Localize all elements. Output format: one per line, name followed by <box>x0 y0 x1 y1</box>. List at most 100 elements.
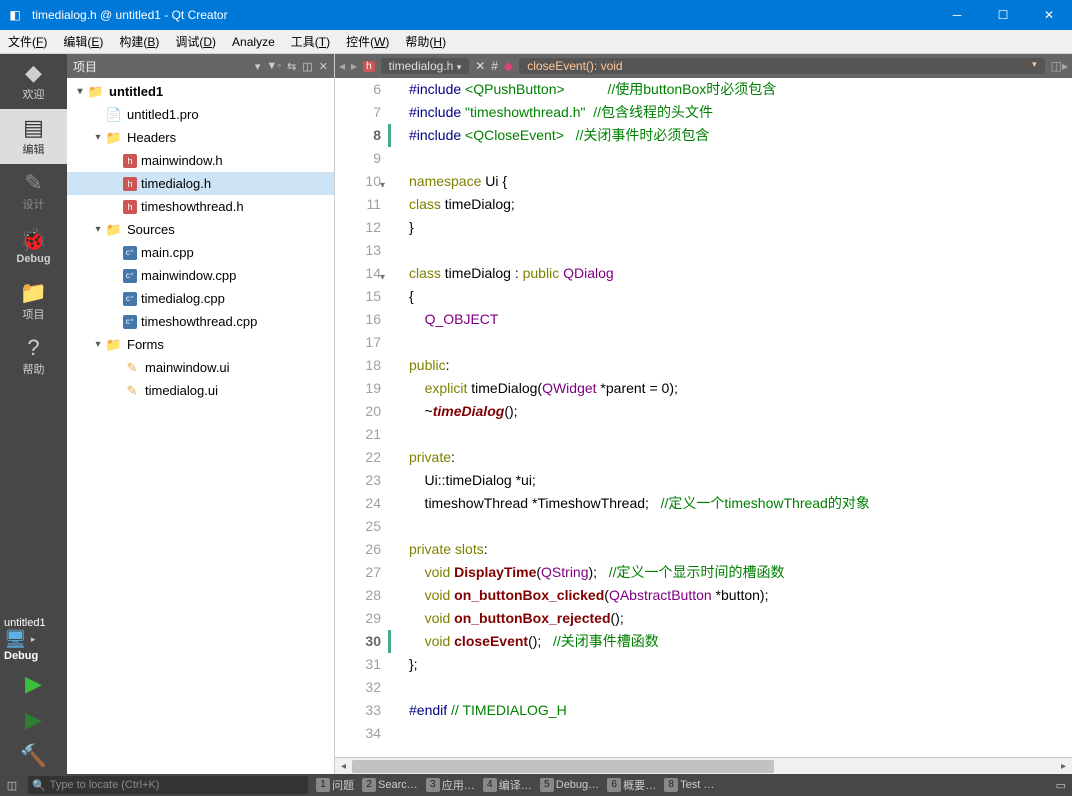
mode-Debug[interactable]: 🐞Debug <box>0 219 67 274</box>
output-pane-6[interactable]: 6概要… <box>603 777 660 793</box>
locator-input[interactable]: 🔍 Type to locate (Ctrl+K) <box>28 776 308 794</box>
tree-node[interactable]: ▾📁untitled1 <box>67 80 334 103</box>
menu-item[interactable]: 构建(B) <box>111 30 167 54</box>
line-number[interactable]: 17 <box>335 331 381 354</box>
build-button[interactable]: 🔨 <box>0 738 67 774</box>
tree-twisty-icon[interactable]: ▾ <box>91 339 105 350</box>
line-number[interactable]: 13 <box>335 239 381 262</box>
nav-back-icon[interactable]: ◂ <box>339 59 345 73</box>
minimize-button[interactable]: ─ <box>934 0 980 30</box>
output-pane-5[interactable]: 5Debug… <box>536 777 603 793</box>
split-editor-icon[interactable]: ◫▸ <box>1051 59 1068 73</box>
code-line[interactable]: Q_OBJECT <box>409 308 1072 331</box>
tree-node[interactable]: 📄untitled1.pro <box>67 103 334 126</box>
code-line[interactable]: timeshowThread *TimeshowThread; //定义一个ti… <box>409 492 1072 515</box>
file-combo[interactable]: timedialog.h ▾ <box>381 58 470 74</box>
code-line[interactable]: class timeDialog : public QDialog <box>409 262 1072 285</box>
tree-node[interactable]: hmainwindow.h <box>67 149 334 172</box>
line-number[interactable]: 18 <box>335 354 381 377</box>
tree-node[interactable]: ▾📁Forms <box>67 333 334 356</box>
tree-node[interactable]: c⁺timeshowthread.cpp <box>67 310 334 333</box>
h-scrollbar[interactable]: ◂ ▸ <box>335 757 1072 774</box>
run-button[interactable]: ▶ <box>0 666 67 702</box>
line-number[interactable]: 23 <box>335 469 381 492</box>
code-line[interactable]: #include "timeshowthread.h" //包含线程的头文件 <box>409 101 1072 124</box>
tree-twisty-icon[interactable]: ▾ <box>91 132 105 143</box>
tree-node[interactable]: htimeshowthread.h <box>67 195 334 218</box>
line-number[interactable]: 6 <box>335 78 381 101</box>
mode-帮助[interactable]: ?帮助 <box>0 329 67 384</box>
nav-fwd-icon[interactable]: ▸ <box>351 59 357 73</box>
code-line[interactable]: public: <box>409 354 1072 377</box>
line-number[interactable]: 33 <box>335 699 381 722</box>
kit-selector[interactable]: untitled1 🖥 ▸ Debug <box>0 613 67 666</box>
line-number[interactable]: 31 <box>335 653 381 676</box>
line-number[interactable]: 28 <box>335 584 381 607</box>
line-number[interactable]: 10▾ <box>335 170 381 193</box>
code-line[interactable]: private slots: <box>409 538 1072 561</box>
close-editor-icon[interactable]: ✕ <box>475 59 485 73</box>
code-line[interactable]: }; <box>409 653 1072 676</box>
line-gutter[interactable]: 678910▾11121314▾151617181920212223242526… <box>335 78 391 757</box>
menu-item[interactable]: 帮助(H) <box>397 30 454 54</box>
line-number[interactable]: 26 <box>335 538 381 561</box>
line-number[interactable]: 27 <box>335 561 381 584</box>
output-pane-1[interactable]: 1问题 <box>312 777 358 793</box>
sync-icon[interactable]: ⇆ <box>287 60 296 73</box>
tree-node[interactable]: c⁺main.cpp <box>67 241 334 264</box>
project-tree[interactable]: ▾📁untitled1📄untitled1.pro▾📁Headershmainw… <box>67 78 334 774</box>
code-line[interactable]: namespace Ui { <box>409 170 1072 193</box>
code-line[interactable] <box>409 722 1072 745</box>
filter-icon[interactable]: ▼◦ <box>266 60 281 72</box>
code-line[interactable]: class timeDialog; <box>409 193 1072 216</box>
line-number[interactable]: 30 <box>335 630 391 653</box>
menu-item[interactable]: 控件(W) <box>338 30 397 54</box>
code-line[interactable]: ~timeDialog(); <box>409 400 1072 423</box>
line-number[interactable]: 12 <box>335 216 381 239</box>
code-line[interactable] <box>409 147 1072 170</box>
line-number[interactable]: 19 <box>335 377 381 400</box>
line-number[interactable]: 11 <box>335 193 381 216</box>
scroll-thumb[interactable] <box>352 760 774 773</box>
code-line[interactable]: } <box>409 216 1072 239</box>
code-line[interactable] <box>409 331 1072 354</box>
line-number[interactable]: 8 <box>335 124 391 147</box>
split-icon[interactable]: ◫ <box>302 60 312 73</box>
menu-item[interactable]: Analyze <box>224 30 283 54</box>
line-number[interactable]: 14▾ <box>335 262 381 285</box>
scroll-right-icon[interactable]: ▸ <box>1055 758 1072 774</box>
mode-编辑[interactable]: ▤编辑 <box>0 109 67 164</box>
line-number[interactable]: 20 <box>335 400 381 423</box>
progress-toggle-icon[interactable]: ▭ <box>1050 779 1072 792</box>
code-line[interactable]: void on_buttonBox_rejected(); <box>409 607 1072 630</box>
mode-项目[interactable]: 📁项目 <box>0 274 67 329</box>
output-pane-8[interactable]: 8Test … <box>660 777 718 793</box>
tree-node[interactable]: c⁺mainwindow.cpp <box>67 264 334 287</box>
close-button[interactable]: ✕ <box>1026 0 1072 30</box>
line-number[interactable]: 16 <box>335 308 381 331</box>
code-line[interactable] <box>409 239 1072 262</box>
tree-node[interactable]: ✎timedialog.ui <box>67 379 334 402</box>
debug-run-button[interactable]: ▶ <box>0 702 67 738</box>
chevron-down-icon[interactable]: ▾ <box>255 60 261 73</box>
menu-item[interactable]: 编辑(E) <box>55 30 111 54</box>
code-line[interactable] <box>409 515 1072 538</box>
tree-twisty-icon[interactable]: ▾ <box>73 86 87 97</box>
code-line[interactable]: Ui::timeDialog *ui; <box>409 469 1072 492</box>
tree-node[interactable]: htimedialog.h <box>67 172 334 195</box>
toggle-sidebar-icon[interactable]: ◫ <box>0 779 24 792</box>
mode-欢迎[interactable]: ◆欢迎 <box>0 54 67 109</box>
tree-node[interactable]: ▾📁Sources <box>67 218 334 241</box>
code-line[interactable]: #endif // TIMEDIALOG_H <box>409 699 1072 722</box>
line-number[interactable]: 25 <box>335 515 381 538</box>
side-panel-label[interactable]: 项目 <box>73 58 249 75</box>
line-number[interactable]: 9 <box>335 147 381 170</box>
menu-item[interactable]: 工具(T) <box>283 30 338 54</box>
line-number[interactable]: 22 <box>335 446 381 469</box>
code-line[interactable]: void on_buttonBox_clicked(QAbstractButto… <box>409 584 1072 607</box>
code-line[interactable]: explicit timeDialog(QWidget *parent = 0)… <box>409 377 1072 400</box>
code-line[interactable] <box>409 423 1072 446</box>
output-pane-3[interactable]: 3应用… <box>422 777 479 793</box>
output-pane-2[interactable]: 2Searc… <box>358 777 422 793</box>
line-number[interactable]: 32 <box>335 676 381 699</box>
